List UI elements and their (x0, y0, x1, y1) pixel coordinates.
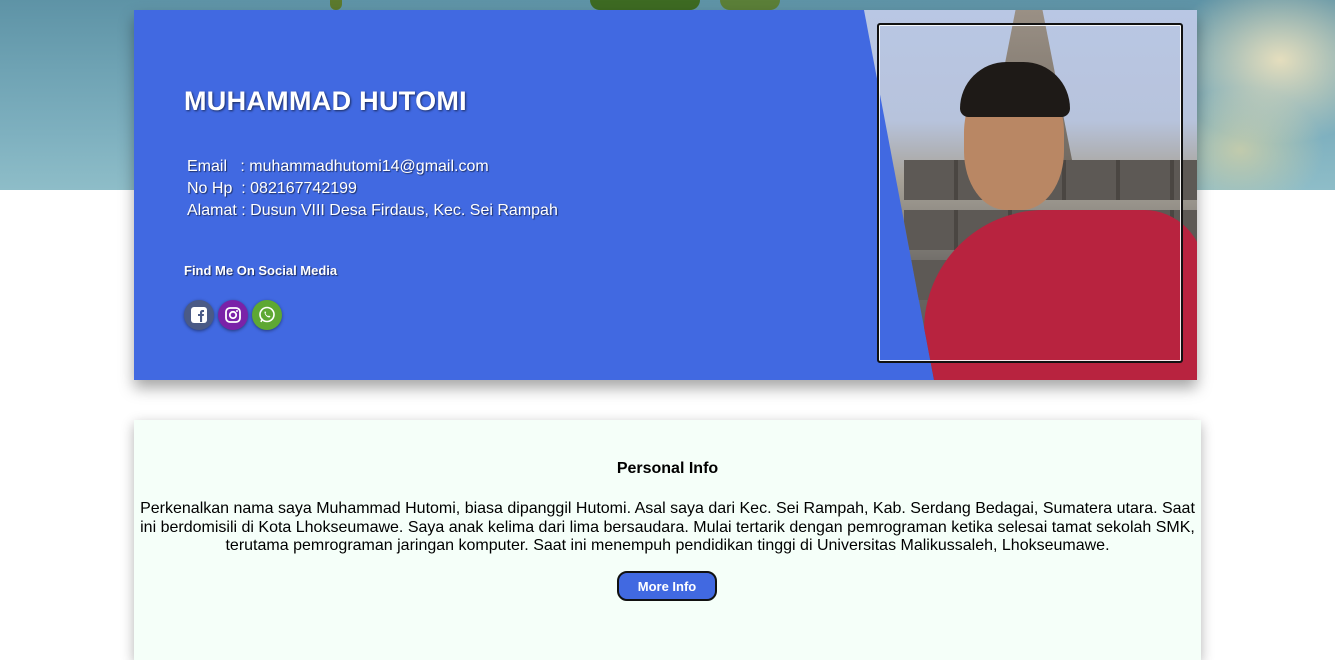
instagram-icon[interactable] (218, 300, 248, 330)
contact-email-sep: : (227, 158, 250, 175)
contact-phone-sep: : (232, 180, 251, 197)
contact-phone: No Hp : 082167742199 (187, 178, 558, 200)
contact-email: Email : muhammadhutomi14@gmail.com (187, 156, 558, 178)
photo-frame (877, 23, 1183, 363)
contact-email-value: muhammadhutomi14@gmail.com (249, 158, 489, 175)
social-links (184, 300, 282, 330)
more-info-button[interactable]: More Info (617, 571, 717, 601)
contact-details: Email : muhammadhutomi14@gmail.com No Hp… (187, 156, 558, 222)
contact-address: Alamat : Dusun VIII Desa Firdaus, Kec. S… (187, 200, 558, 222)
profile-card: MUHAMMAD HUTOMI Email : muhammadhutomi14… (134, 10, 1197, 380)
contact-address-sep: : (236, 202, 251, 219)
social-media-heading: Find Me On Social Media (184, 263, 338, 278)
profile-name: MUHAMMAD HUTOMI (184, 86, 467, 116)
facebook-icon[interactable] (184, 300, 214, 330)
personal-info-card: Personal Info Perkenalkan nama saya Muha… (134, 420, 1201, 660)
contact-phone-label: No Hp (187, 180, 233, 197)
whatsapp-icon[interactable] (252, 300, 282, 330)
contact-address-value: Dusun VIII Desa Firdaus, Kec. Sei Rampah (250, 202, 558, 219)
contact-email-label: Email (187, 158, 228, 175)
contact-phone-value: 082167742199 (250, 180, 357, 197)
personal-info-text: Perkenalkan nama saya Muhammad Hutomi, b… (140, 500, 1195, 554)
contact-address-label: Alamat (187, 202, 237, 219)
personal-info-title: Personal Info (616, 460, 719, 477)
